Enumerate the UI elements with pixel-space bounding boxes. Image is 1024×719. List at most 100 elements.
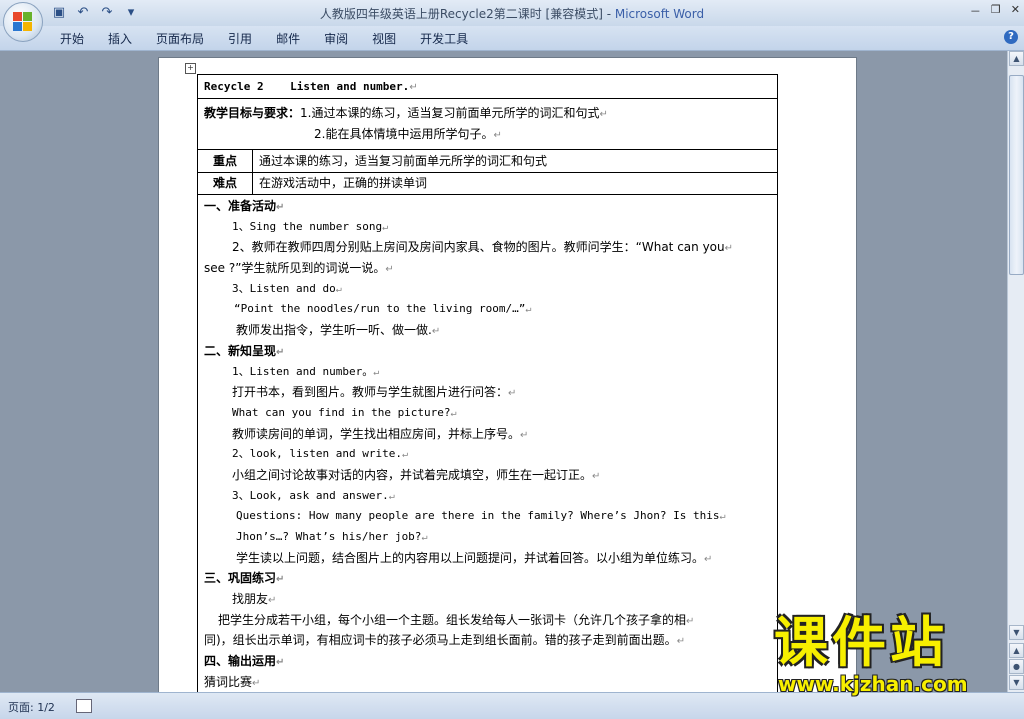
body-line: 三、巩固练习↵ xyxy=(198,568,777,589)
difficulty-value: 在游戏活动中，正确的拼读单词 xyxy=(259,176,428,190)
body-line-text: 2、look, listen and write. xyxy=(232,447,402,461)
body-line: 1、Sing the number song↵ xyxy=(198,217,777,238)
ribbon-tabs: 开始 插入 页面布局 引用 邮件 审阅 视图 开发工具 xyxy=(60,30,492,47)
body-line: Questions: How many people are there in … xyxy=(198,506,777,527)
body-line-text: Jhon’s…? What’s his/her job? xyxy=(236,530,422,543)
body-line-text: 同)，组长出示单词，有相应词卡的孩子必须马上走到组长面前。错的孩子走到前面出题。 xyxy=(204,633,677,648)
body-line: 3、Look, ask and answer.↵ xyxy=(198,486,777,507)
body-line: 3、Listen and do↵ xyxy=(198,279,777,300)
paragraph-mark: ↵ xyxy=(525,304,532,316)
tab-review[interactable]: 审阅 xyxy=(324,30,348,47)
help-icon[interactable]: ? xyxy=(1004,30,1018,44)
app-name: Microsoft Word xyxy=(614,7,705,21)
scroll-thumb[interactable] xyxy=(1009,75,1024,275)
paragraph-mark: ↵ xyxy=(373,366,380,378)
body-line-text: 猜词比赛 xyxy=(204,674,253,689)
watermark-logo: 课件站 www.kjzhan.com xyxy=(768,611,1008,696)
scroll-down-icon[interactable]: ▼ xyxy=(1009,625,1024,640)
body-line: 四、输出运用↵ xyxy=(198,651,777,672)
body-line-text: Questions: How many people are there in … xyxy=(236,509,720,523)
body-line-text: 一、准备活动 xyxy=(204,199,277,213)
office-logo-icon xyxy=(13,12,33,32)
window-controls: － ❐ ✕ xyxy=(970,3,1020,19)
body-line: 教师发出指令，学生听一听、做一做.↵ xyxy=(198,320,777,341)
paragraph-mark: ↵ xyxy=(508,388,517,400)
paragraph-mark: ↵ xyxy=(268,595,277,607)
paragraph-mark: ↵ xyxy=(276,346,285,358)
paragraph-mark: ↵ xyxy=(335,283,342,295)
paragraph-mark: ↵ xyxy=(719,511,726,523)
proofing-icon[interactable] xyxy=(76,699,92,713)
restore-icon[interactable]: ❐ xyxy=(991,3,1001,19)
browse-object-icon[interactable]: ● xyxy=(1009,659,1024,674)
scroll-up-icon[interactable]: ▲ xyxy=(1009,51,1024,66)
goal-1: 1.通过本课的练习，适当复习前面单元所学的词汇和句式 xyxy=(300,106,600,120)
body-line-text: see ?”学生就所见到的词说一说。 xyxy=(204,261,386,276)
paragraph-mark: ↵ xyxy=(724,243,734,255)
body-line-text: 2、教师在教师四周分别贴上房间及房间内家具、食物的图片。教师问学生：“What … xyxy=(232,240,725,255)
status-bar: 页面: 1/2 xyxy=(0,692,1024,719)
body-line-text: 三、巩固练习 xyxy=(204,571,277,586)
watermark-text: 课件站 xyxy=(774,611,948,674)
body-line: 2、教师在教师四周分别贴上房间及房间内家具、食物的图片。教师问学生：“What … xyxy=(198,237,777,258)
tab-mailings[interactable]: 邮件 xyxy=(276,30,300,47)
lesson-table: Recycle 2 Listen and number.↵ 教学目标与要求：1.… xyxy=(197,74,778,697)
body-line: 小组之间讨论故事对话的内容，并试着完成填空，师生在一起订正。↵ xyxy=(198,465,777,486)
key-point-label: 重点 xyxy=(198,150,253,172)
body-line: 教师读房间的单词，学生找出相应房间，并标上序号。↵ xyxy=(198,424,777,445)
body-line-text: 找朋友 xyxy=(232,592,269,607)
tab-view[interactable]: 视图 xyxy=(372,30,396,47)
body-line: 一、准备活动↵ xyxy=(198,196,777,217)
body-line: 找朋友↵ xyxy=(198,589,777,610)
paragraph-mark: ↵ xyxy=(431,326,441,338)
body-line: see ?”学生就所见到的词说一说。↵ xyxy=(198,258,777,279)
lesson-header: Recycle 2 Listen and number. xyxy=(204,80,410,93)
body-line-text: 四、输出运用 xyxy=(204,654,277,669)
body-line: 学生读以上问题，结合图片上的内容用以上问题提问，并试着回答。以小组为单位练习。↵ xyxy=(198,548,777,569)
page-count[interactable]: 页面: 1/2 xyxy=(8,699,55,715)
paragraph-mark: ↵ xyxy=(421,532,428,543)
tab-page-layout[interactable]: 页面布局 xyxy=(156,30,204,47)
tab-developer[interactable]: 开发工具 xyxy=(420,30,468,47)
body-line: “Point the noodles/run to the living roo… xyxy=(198,299,777,320)
goals-row: 教学目标与要求：1.通过本课的练习，适当复习前面单元所学的词汇和句式↵ 2.能在… xyxy=(198,99,777,150)
paragraph-mark: ↵ xyxy=(409,82,418,93)
paragraph-mark: ↵ xyxy=(276,574,285,586)
document-title: 人教版四年级英语上册Recycle2第二课时 [兼容模式] - xyxy=(319,7,615,21)
tab-insert[interactable]: 插入 xyxy=(108,30,132,47)
tab-references[interactable]: 引用 xyxy=(228,30,252,47)
paragraph-mark: ↵ xyxy=(385,264,394,276)
body-line: 2、look, listen and write.↵ xyxy=(198,444,777,465)
office-button[interactable] xyxy=(3,2,43,42)
table-move-handle-icon[interactable]: + xyxy=(185,63,196,74)
body-line-text: 1、Listen and number。 xyxy=(232,364,374,378)
lesson-body: 一、准备活动↵ 1、Sing the number song↵ 2、教师在教师四周分… xyxy=(198,195,777,696)
paragraph-mark: ↵ xyxy=(592,470,601,482)
body-line-text: 把学生分成若干小组，每个小组一个主题。组长发给每人一张词卡（允许几个孩子拿的相 xyxy=(218,612,687,627)
body-line: 1、Listen and number。↵ xyxy=(198,362,777,383)
key-point-row: 重点 通过本课的练习，适当复习前面单元所学的词汇和句式 xyxy=(198,150,777,173)
table-header-row: Recycle 2 Listen and number.↵ xyxy=(198,75,777,99)
ribbon: 开始 插入 页面布局 引用 邮件 审阅 视图 开发工具 ? xyxy=(0,26,1024,51)
body-line-text: 教师读房间的单词，学生找出相应房间，并标上序号。 xyxy=(232,426,521,441)
close-icon[interactable]: ✕ xyxy=(1011,3,1020,19)
minimize-icon[interactable]: － xyxy=(970,3,981,19)
paragraph-mark: ↵ xyxy=(388,490,395,502)
prev-page-icon[interactable]: ▲ xyxy=(1009,643,1024,658)
body-line-text: 二、新知呈现 xyxy=(204,343,277,358)
body-line-text: “Point the noodles/run to the living roo… xyxy=(234,302,526,316)
tab-home[interactable]: 开始 xyxy=(60,30,84,47)
paragraph-mark: ↵ xyxy=(704,553,713,565)
title-bar: ▣ ↶ ↷ ▾ 人教版四年级英语上册Recycle2第二课时 [兼容模式] - … xyxy=(0,0,1024,26)
paragraph-mark: ↵ xyxy=(520,429,529,441)
body-line: What can you find in the picture?↵ xyxy=(198,403,777,424)
paragraph-mark: ↵ xyxy=(686,615,695,627)
body-line: 把学生分成若干小组，每个小组一个主题。组长发给每人一张词卡（允许几个孩子拿的相↵ xyxy=(198,610,777,631)
body-line-text: 打开书本，看到图片。教师与学生就图片进行问答： xyxy=(232,385,509,400)
next-page-icon[interactable]: ▼ xyxy=(1009,675,1024,690)
vertical-scrollbar[interactable]: ▲ ▼ ▲ ● ▼ xyxy=(1007,51,1024,692)
paragraph-mark: ↵ xyxy=(401,449,408,461)
goal-2: 2.能在具体情境中运用所学句子。 xyxy=(314,127,494,141)
watermark-url: www.kjzhan.com xyxy=(778,672,968,696)
body-line: 打开书本，看到图片。教师与学生就图片进行问答：↵ xyxy=(198,382,777,403)
